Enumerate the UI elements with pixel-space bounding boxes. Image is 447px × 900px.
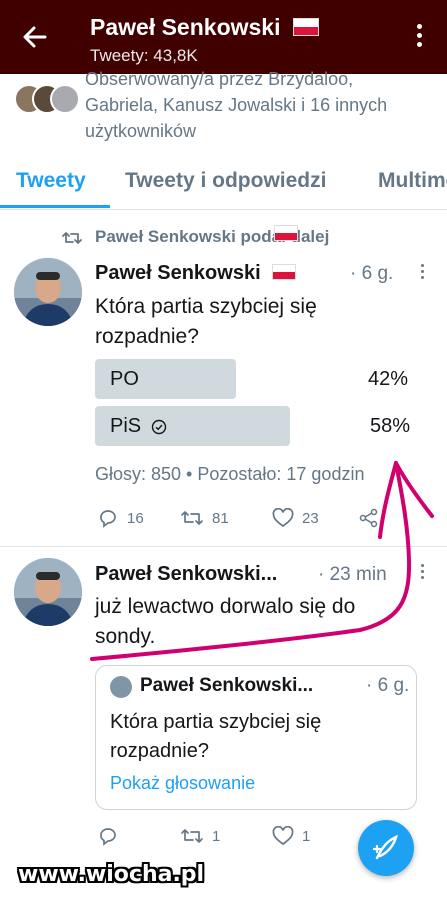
followed-by-text: Obserwowany/a przez Brzydaloo, Gabriela,…: [85, 69, 388, 141]
tab-tweets-and-replies[interactable]: Tweety i odpowiedzi: [125, 169, 326, 193]
tab-tweets[interactable]: Tweety: [16, 169, 86, 193]
annotation-arrowhead: [378, 461, 434, 539]
like-button[interactable]: 23: [272, 507, 319, 532]
show-poll-link[interactable]: Pokaż głosowanie: [110, 773, 255, 794]
reply-icon: [100, 828, 116, 846]
back-button[interactable]: [18, 20, 52, 54]
retweet-icon: [181, 829, 203, 843]
profile-name: Paweł Senkowski: [90, 14, 281, 40]
quoted-timestamp: · 6 g.: [366, 675, 410, 696]
share-icon: [359, 508, 378, 528]
reply-button[interactable]: [97, 826, 127, 850]
poll-option-label-text: PiS: [110, 415, 142, 437]
reply-icon: [100, 510, 116, 528]
share-button[interactable]: [358, 508, 380, 532]
more-menu-button[interactable]: [409, 24, 429, 54]
author-name-text: Paweł Senkowski: [95, 262, 261, 284]
profile-photo: [14, 558, 82, 626]
profile-photo: [14, 258, 82, 326]
reply-count: 16: [127, 509, 144, 527]
poll-option-percent: 42%: [368, 368, 409, 390]
reply-button[interactable]: 16: [97, 508, 144, 532]
tweet-menu-button[interactable]: [419, 564, 425, 584]
like-button[interactable]: 1: [272, 825, 311, 850]
tweet-author-name[interactable]: Paweł Senkowski...: [95, 563, 277, 586]
follower-avatars: [14, 84, 80, 116]
compose-feather-icon: [372, 834, 398, 860]
retweet-count: 1: [212, 827, 221, 845]
quoted-tweet-text: Która partia szybciej się rozpadnie?: [110, 708, 400, 766]
poland-flag-icon: [272, 263, 297, 280]
tab-media[interactable]: Multimedia: [378, 169, 447, 193]
retweet-count: 81: [212, 509, 229, 527]
retweet-button[interactable]: 81: [180, 508, 229, 532]
heart-icon: [272, 507, 294, 528]
quoted-author-name: Paweł Senkowski...: [140, 675, 314, 696]
quoted-tweet-card[interactable]: Paweł Senkowski... · 6 g. Która partia s…: [95, 665, 417, 810]
quoted-text-line: rozpadnie?: [110, 740, 209, 762]
tweet-text-line: rozpadnie?: [95, 325, 199, 348]
followed-by-section[interactable]: Obserwowany/a przez Brzydaloo, Gabriela,…: [0, 69, 447, 154]
tweet-timestamp: · 23 min: [318, 564, 387, 585]
check-circle-icon: [151, 419, 166, 434]
tweet-text-line: sondy.: [95, 625, 156, 648]
tweet-text-line: już lewactwo dorwalo się do: [95, 595, 356, 618]
poll-option-label: PiS: [110, 415, 167, 438]
like-count: 1: [302, 827, 311, 845]
profile-tabs: Tweety Tweety i odpowiedzi Multimedia: [0, 160, 447, 210]
compose-tweet-button[interactable]: [358, 820, 414, 876]
tweet-text: już lewactwo dorwalo się do sondy.: [95, 592, 355, 652]
follower-avatar: [50, 84, 80, 114]
poll-option-label: PO: [110, 368, 139, 390]
heart-icon: [272, 825, 294, 846]
app-header: Paweł Senkowski Tweety: 43,8K: [0, 0, 447, 74]
poland-flag-icon: [274, 225, 298, 241]
tweet-menu-button[interactable]: [419, 264, 425, 284]
tweet-timestamp: · 6 g.: [350, 263, 394, 284]
avatar[interactable]: [14, 258, 82, 326]
tweet-count: Tweety: 43,8K: [90, 46, 198, 65]
active-tab-indicator: [0, 205, 110, 208]
tweet-author-name[interactable]: Paweł Senkowski: [95, 262, 297, 285]
tweet-text-line: Która partia szybciej się: [95, 295, 317, 318]
page-title: Paweł Senkowski: [90, 14, 319, 41]
like-count: 23: [302, 509, 319, 527]
avatar[interactable]: [14, 558, 82, 626]
quoted-text-line: Która partia szybciej się: [110, 711, 322, 733]
poland-flag-icon: [292, 17, 319, 36]
tweet-divider: [0, 546, 447, 547]
arrow-left-icon: [23, 26, 47, 48]
poll-option-percent: 58%: [370, 415, 411, 437]
retweet-icon: [62, 232, 82, 244]
watermark: www.wiocha.pl: [18, 862, 205, 887]
retweet-button[interactable]: 1: [180, 826, 220, 850]
poll-meta: Głosy: 850 • Pozostało: 17 godzin: [95, 464, 365, 484]
tweet-text: Która partia szybciej się rozpadnie?: [95, 292, 317, 352]
avatar: [110, 676, 132, 698]
retweet-icon: [181, 511, 203, 525]
